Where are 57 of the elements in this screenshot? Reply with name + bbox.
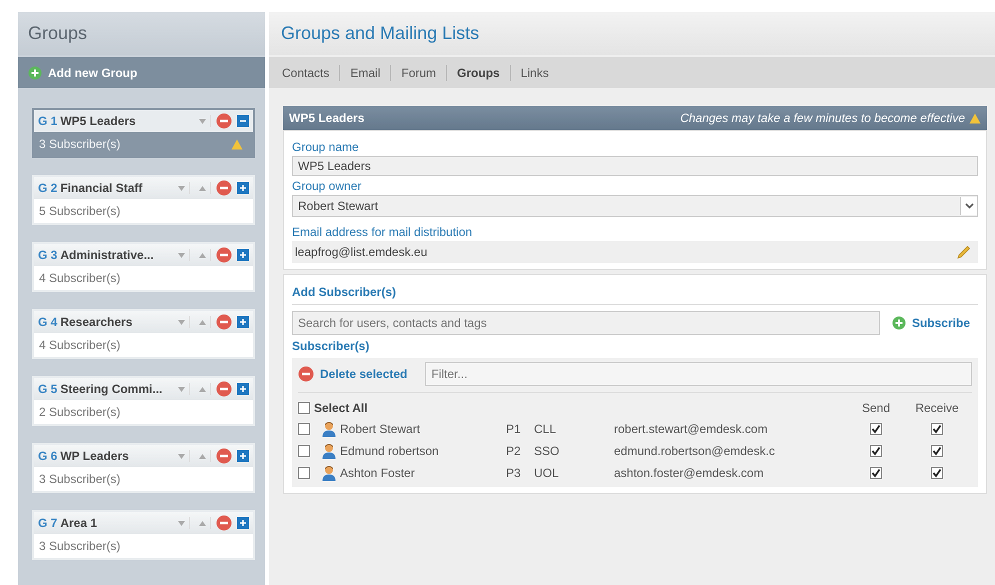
group-card[interactable]: G 7 Area 1 3 Subscriber(s) — [32, 510, 255, 560]
group-card[interactable]: G 1 WP5 Leaders 3 Subscriber(s) — [32, 108, 255, 158]
field-label: Email address for mail distribution — [292, 225, 474, 239]
group-card[interactable]: G 2 Financial Staff 5 Subscriber(s) — [32, 175, 255, 225]
group-title: G 7 Area 1 — [38, 516, 98, 530]
delete-selected-button[interactable]: Delete selected — [298, 366, 416, 382]
page-title: Groups and Mailing Lists — [269, 12, 995, 55]
section-heading: Add Subscriber(s) — [292, 281, 978, 305]
subscriber-count: 3 Subscriber(s) — [39, 137, 122, 151]
subscriber-name: Edmund robertson — [340, 444, 440, 458]
subscriber-count: 5 Subscriber(s) — [39, 204, 122, 218]
group-title: G 5 Steering Commi... — [38, 382, 164, 396]
organisation: UOL — [534, 466, 560, 480]
partner-number: P2 — [506, 444, 522, 458]
tab[interactable]: Email — [340, 64, 392, 80]
email-address: leapfrog@list.emdesk.eu — [295, 245, 428, 259]
subscriber-count: 4 Subscriber(s) — [39, 338, 122, 352]
panel-title: WP5 Leaders — [289, 111, 364, 125]
subscriber-email: edmund.robertson@emdesk.c — [614, 444, 776, 458]
subscriber-count: 4 Subscriber(s) — [39, 271, 122, 285]
subscribe-button[interactable]: Subscribe — [892, 316, 978, 330]
subscriber-count: 3 Subscriber(s) — [39, 539, 122, 553]
group-card[interactable]: G 5 Steering Commi... 2 Subscriber(s) — [32, 376, 255, 426]
partner-number: P1 — [506, 422, 522, 436]
select-all-label: Select All — [314, 401, 368, 415]
organisation: SSO — [534, 444, 560, 458]
field-label: Group owner — [292, 179, 362, 193]
group-title: G 3 Administrative... — [38, 248, 155, 262]
group-title: G 1 WP5 Leaders — [38, 114, 137, 128]
tab[interactable]: Forum — [391, 64, 448, 80]
subscriber-name: Ashton Foster — [340, 466, 416, 480]
subscriber-email: robert.stewart@emdesk.com — [614, 422, 769, 436]
group-card[interactable]: G 3 Administrative... 4 Subscriber(s) — [32, 242, 255, 292]
section-heading: Subscriber(s) — [292, 338, 370, 355]
partner-number: P3 — [506, 466, 522, 480]
group-title: G 4 Researchers — [38, 315, 134, 329]
notice-text: Changes may take a few minutes to become effective — [680, 111, 965, 125]
group-title: G 2 Financial Staff — [38, 181, 144, 195]
tab[interactable]: Links — [510, 64, 559, 80]
column-header: Receive — [914, 401, 960, 415]
search-field[interactable]: Search for users, contacts and tags — [292, 311, 880, 335]
group-card[interactable]: G 6 WP Leaders 3 Subscriber(s) — [32, 443, 255, 493]
subscriber-email: ashton.foster@emdesk.com — [614, 466, 765, 480]
organisation: CLL — [534, 422, 558, 436]
group-title: G 6 WP Leaders — [38, 449, 130, 463]
subscriber-count: 3 Subscriber(s) — [39, 472, 122, 486]
tab[interactable]: Contacts — [272, 64, 340, 80]
column-header: Send — [860, 401, 892, 415]
field-label: Group name — [292, 140, 360, 154]
owner-dropdown[interactable]: Robert Stewart — [292, 195, 978, 217]
group-name-field[interactable]: WP5 Leaders — [292, 156, 978, 176]
filter-field[interactable]: Filter... — [425, 362, 972, 386]
tab[interactable]: Groups — [447, 64, 511, 80]
group-card[interactable]: G 4 Researchers 4 Subscriber(s) — [32, 309, 255, 359]
subscriber-name: Robert Stewart — [340, 422, 422, 436]
sidebar-title: Groups — [18, 12, 265, 55]
subscriber-count: 2 Subscriber(s) — [39, 405, 122, 419]
